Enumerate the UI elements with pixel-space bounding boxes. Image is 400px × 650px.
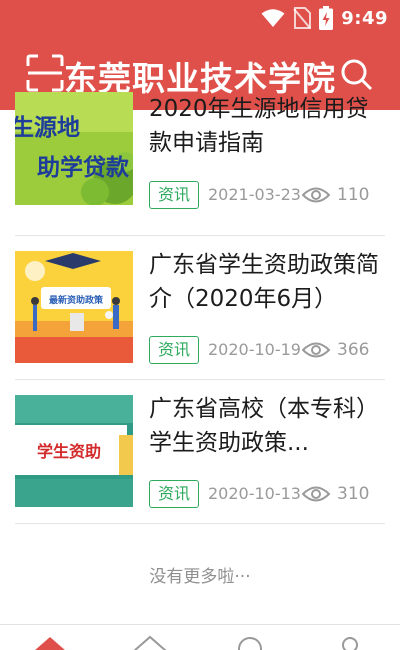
article-title: 广东省高校（本专科）学生资助政策... <box>149 396 379 456</box>
message-icon[interactable] <box>236 635 264 650</box>
article-thumbnail: 学生资助 <box>15 395 133 507</box>
article-item[interactable]: 生源地 助学贷款 2020年生源地信用贷款申请指南 资讯 2021-03-23 … <box>15 92 385 236</box>
view-count: 310 <box>337 484 370 504</box>
category-tag: 资讯 <box>149 336 199 364</box>
category-tag: 资讯 <box>149 181 199 209</box>
article-date: 2020-10-13 <box>208 484 301 503</box>
status-bar: 9:49 <box>0 0 400 36</box>
thumb-text: 学生资助 <box>37 442 101 461</box>
article-title: 2020年生源地信用贷款申请指南 <box>149 96 369 156</box>
article-date: 2021-03-23 <box>208 185 301 204</box>
search-icon[interactable] <box>340 58 374 96</box>
eye-icon <box>302 187 330 203</box>
no-sim-icon <box>293 7 312 29</box>
article-date: 2020-10-19 <box>208 340 301 359</box>
article-item[interactable]: 学生资助 广东省高校（本专科）学生资助政策... 资讯 2020-10-13 3… <box>15 380 385 524</box>
wifi-icon <box>261 9 285 27</box>
article-thumbnail: 最新资助政策 <box>15 251 133 363</box>
no-more-text: 没有更多啦··· <box>149 567 251 587</box>
status-time: 9:49 <box>341 7 388 29</box>
discover-icon[interactable] <box>132 635 168 650</box>
category-tag: 资讯 <box>149 480 199 508</box>
thumb-text: 最新资助政策 <box>49 294 104 306</box>
profile-icon[interactable] <box>338 635 362 650</box>
tab-bar <box>0 624 400 650</box>
article-title: 广东省学生资助政策简介（2020年6月） <box>149 252 379 312</box>
article-item[interactable]: 最新资助政策 广东省学生资助政策简介（2020年6月） 资讯 2020-10-1… <box>15 236 385 380</box>
thumb-text: 生源地 <box>15 115 80 141</box>
home-icon[interactable] <box>32 635 68 650</box>
battery-charging-icon <box>319 6 334 30</box>
view-count: 366 <box>337 340 370 360</box>
eye-icon <box>302 342 330 358</box>
article-thumbnail: 生源地 助学贷款 <box>15 92 133 205</box>
view-count: 110 <box>337 185 370 205</box>
thumb-text: 助学贷款 <box>37 154 130 181</box>
eye-icon <box>302 486 330 502</box>
